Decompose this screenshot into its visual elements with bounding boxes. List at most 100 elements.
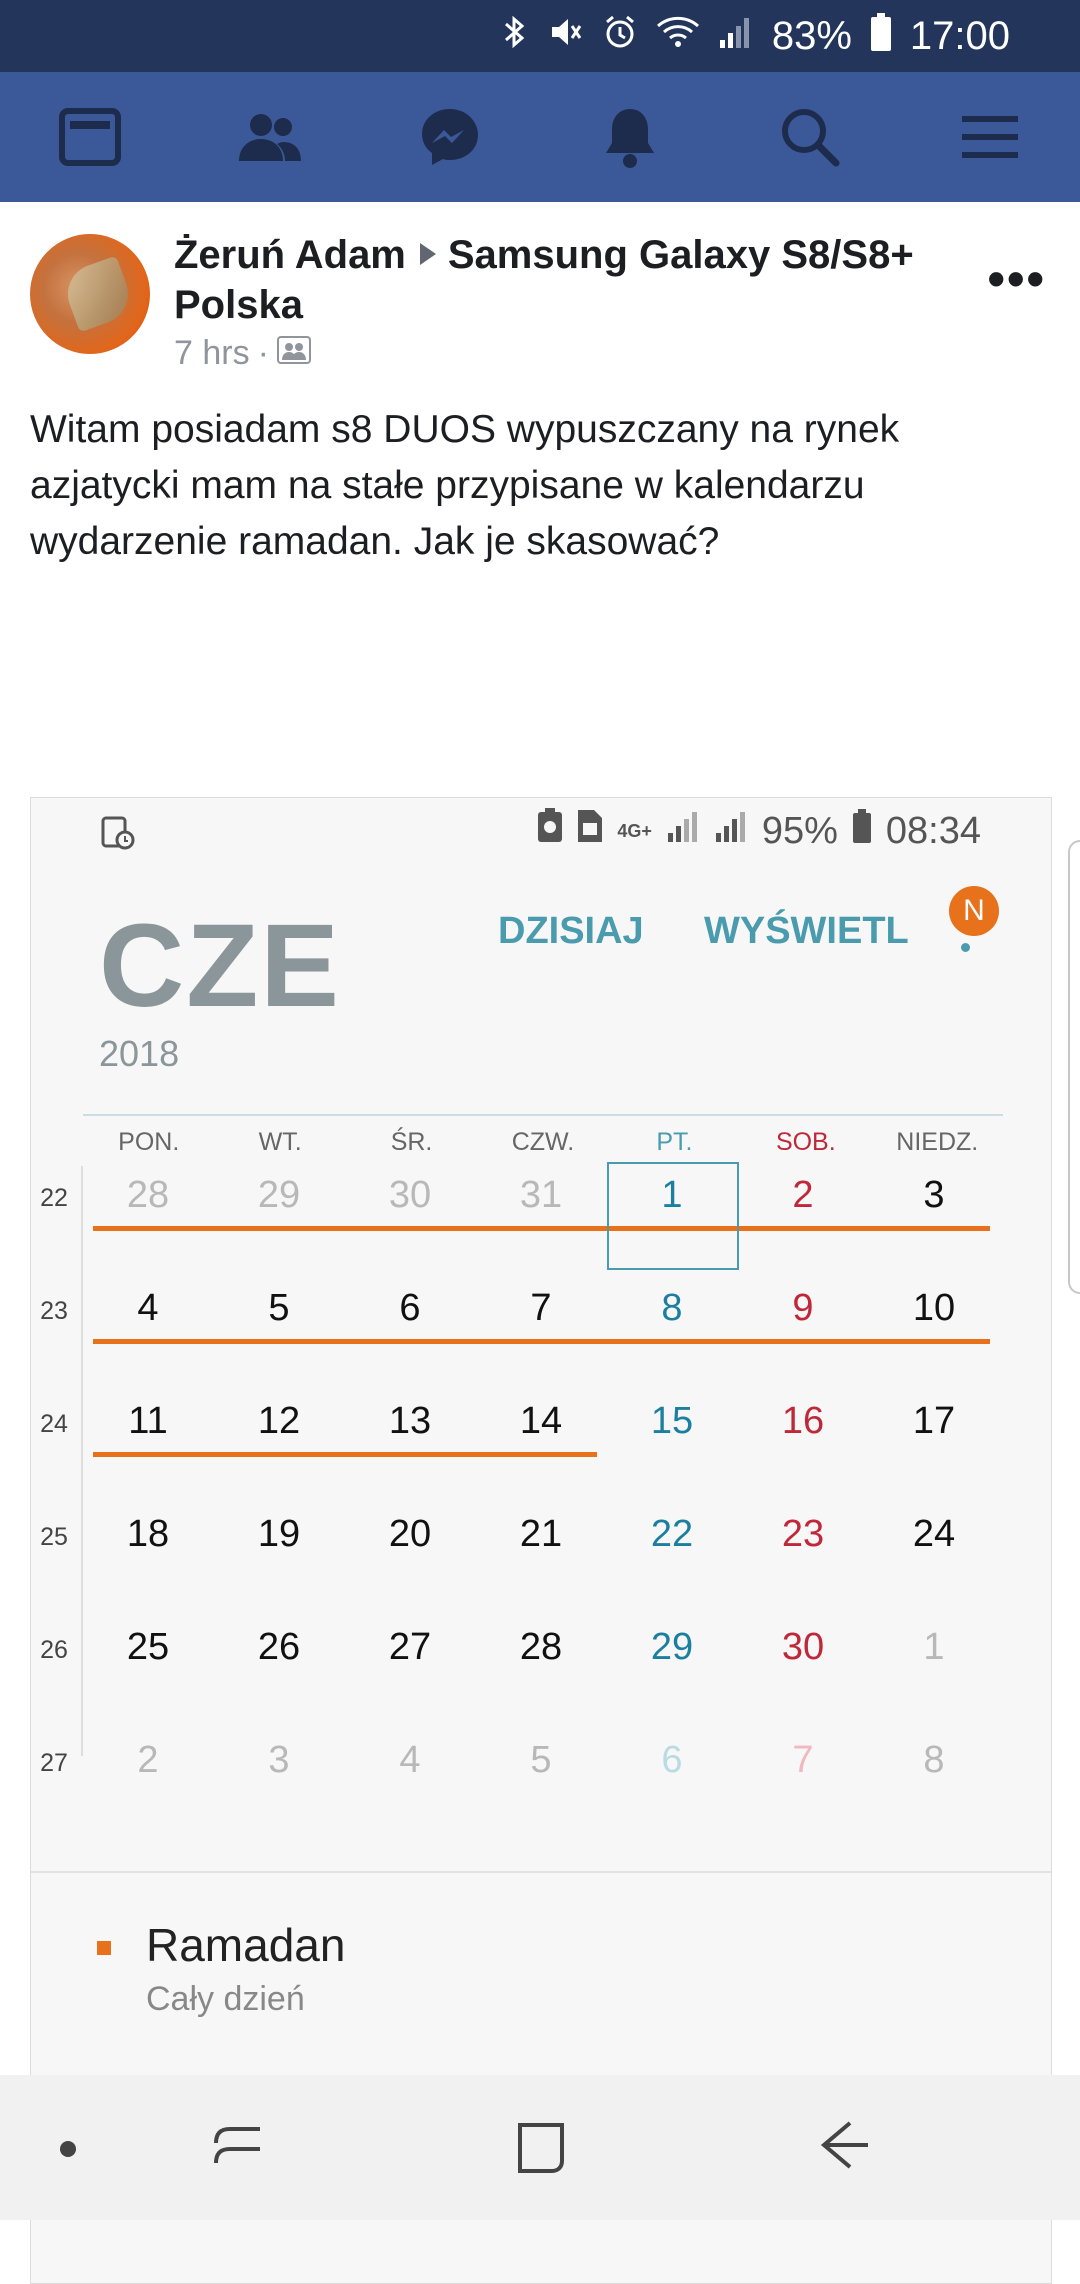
day-cell[interactable]: 27 <box>345 1626 475 1669</box>
day-cell[interactable]: 22 <box>607 1513 737 1556</box>
day-cell[interactable]: 29 <box>607 1626 737 1669</box>
day-cell[interactable]: 7 <box>738 1739 868 1782</box>
image-battery-icon <box>852 808 872 854</box>
notifications-icon[interactable] <box>585 92 675 182</box>
recent-apps-icon[interactable] <box>212 2115 264 2180</box>
weekday-tue: WT. <box>258 1128 302 1156</box>
today-button[interactable]: DZISIAJ <box>498 910 644 953</box>
day-cell[interactable]: 5 <box>214 1287 344 1330</box>
day-cell[interactable]: 7 <box>476 1287 606 1330</box>
week-row: 24 11 12 13 14 15 16 17 <box>31 1394 1051 1507</box>
day-cell[interactable]: 5 <box>476 1739 606 1782</box>
day-cell[interactable]: 13 <box>345 1400 475 1443</box>
arrow-right-icon <box>419 243 436 265</box>
day-cell[interactable]: 3 <box>214 1739 344 1782</box>
day-cell[interactable]: 1 <box>869 1626 999 1669</box>
back-icon[interactable] <box>816 2115 872 2180</box>
day-cell[interactable]: 9 <box>738 1287 868 1330</box>
day-cell[interactable]: 20 <box>345 1513 475 1556</box>
friends-icon[interactable] <box>225 92 315 182</box>
post-image[interactable]: 4G+ 95% 08:34 CZE 2018 DZISIAJ WYŚWIETL … <box>30 797 1052 2284</box>
messenger-icon[interactable] <box>405 92 495 182</box>
more-options-button[interactable]: ••• <box>987 250 1046 308</box>
day-cell[interactable]: 26 <box>214 1626 344 1669</box>
day-cell[interactable]: 6 <box>345 1287 475 1330</box>
signal-icon-sim1 <box>666 809 700 853</box>
event-bar[interactable] <box>93 1452 597 1457</box>
image-status-bar: 4G+ 95% 08:34 <box>31 798 1051 868</box>
year-label: 2018 <box>99 1033 180 1074</box>
search-icon[interactable] <box>765 92 855 182</box>
day-cell[interactable]: 29 <box>214 1174 344 1217</box>
day-cell[interactable]: 18 <box>83 1513 213 1556</box>
data-saver-icon <box>537 808 563 854</box>
day-cell[interactable]: 2 <box>83 1739 213 1782</box>
post-time[interactable]: 7 hrs <box>174 334 250 373</box>
day-cell[interactable]: 11 <box>83 1400 213 1443</box>
weekday-sun: NIEDZ. <box>896 1128 979 1156</box>
alarm-icon <box>602 14 638 59</box>
day-cell[interactable]: 8 <box>607 1287 737 1330</box>
day-cell[interactable]: 3 <box>869 1174 999 1217</box>
image-clock: 08:34 <box>885 809 981 852</box>
week-number: 27 <box>40 1749 68 1777</box>
day-cell[interactable]: 16 <box>738 1400 868 1443</box>
day-cell[interactable]: 24 <box>869 1513 999 1556</box>
weekday-thu: CZW. <box>511 1128 575 1156</box>
view-button[interactable]: WYŚWIETL <box>704 910 909 953</box>
system-nav-bar <box>0 2075 1080 2220</box>
overflow-menu-icon[interactable] <box>961 943 970 952</box>
day-cell[interactable]: 6 <box>607 1739 737 1782</box>
group-audience-icon <box>276 334 311 373</box>
day-cell[interactable]: 21 <box>476 1513 606 1556</box>
meta-separator: · <box>257 334 269 372</box>
battery-icon <box>870 12 892 61</box>
week-number: 23 <box>40 1297 68 1325</box>
event-bar[interactable] <box>93 1226 990 1231</box>
event-title[interactable]: Ramadan <box>146 1918 345 1972</box>
event-list-divider <box>31 1871 1051 1873</box>
day-cell[interactable]: 25 <box>83 1626 213 1669</box>
week-row: 26 25 26 27 28 29 30 1 <box>31 1620 1051 1733</box>
facebook-nav-bar <box>0 72 1080 202</box>
signal-icon <box>718 14 754 59</box>
author-name[interactable]: Żeruń Adam <box>174 233 406 277</box>
day-cell[interactable]: 31 <box>476 1174 606 1217</box>
week-row: 27 2 3 4 5 6 7 8 <box>31 1733 1051 1846</box>
weekday-mon: PON. <box>118 1128 180 1156</box>
post-text: Witam posiadam s8 DUOS wypuszczany na ry… <box>30 408 900 563</box>
day-cell[interactable]: 4 <box>83 1287 213 1330</box>
day-cell[interactable]: 15 <box>607 1400 737 1443</box>
day-cell[interactable]: 28 <box>83 1174 213 1217</box>
news-feed-icon[interactable] <box>45 92 135 182</box>
week-row: 25 18 19 20 21 22 23 24 <box>31 1507 1051 1620</box>
edge-panel-handle[interactable] <box>1068 840 1080 1294</box>
wifi-icon <box>656 14 700 59</box>
week-row: 23 4 5 6 7 8 9 10 <box>31 1281 1051 1394</box>
avatar[interactable] <box>30 234 150 354</box>
week-number: 22 <box>40 1184 68 1212</box>
day-cell[interactable]: 14 <box>476 1400 606 1443</box>
month-title: CZE <box>99 900 341 1032</box>
weekday-fri: PT. <box>656 1128 693 1156</box>
day-cell[interactable]: 12 <box>214 1400 344 1443</box>
day-cell[interactable]: 2 <box>738 1174 868 1217</box>
battery-percent: 83% <box>771 13 852 58</box>
event-bar[interactable] <box>93 1339 990 1344</box>
day-cell[interactable]: 8 <box>869 1739 999 1782</box>
day-cell[interactable]: 19 <box>214 1513 344 1556</box>
home-icon[interactable] <box>514 2115 568 2180</box>
day-cell[interactable]: 4 <box>345 1739 475 1782</box>
day-cell[interactable]: 30 <box>738 1626 868 1669</box>
day-cell[interactable]: 28 <box>476 1626 606 1669</box>
weekday-wed: ŚR. <box>390 1128 433 1156</box>
day-cell[interactable]: 30 <box>345 1174 475 1217</box>
week-row: 22 28 29 30 31 1 2 3 <box>31 1168 1051 1281</box>
day-cell[interactable]: 23 <box>738 1513 868 1556</box>
event-color-marker <box>97 1941 111 1955</box>
sim-icon <box>577 809 603 853</box>
menu-icon[interactable] <box>945 92 1035 182</box>
day-cell[interactable]: 10 <box>869 1287 999 1330</box>
day-cell[interactable]: 17 <box>869 1400 999 1443</box>
dot-indicator-icon <box>58 2139 78 2164</box>
